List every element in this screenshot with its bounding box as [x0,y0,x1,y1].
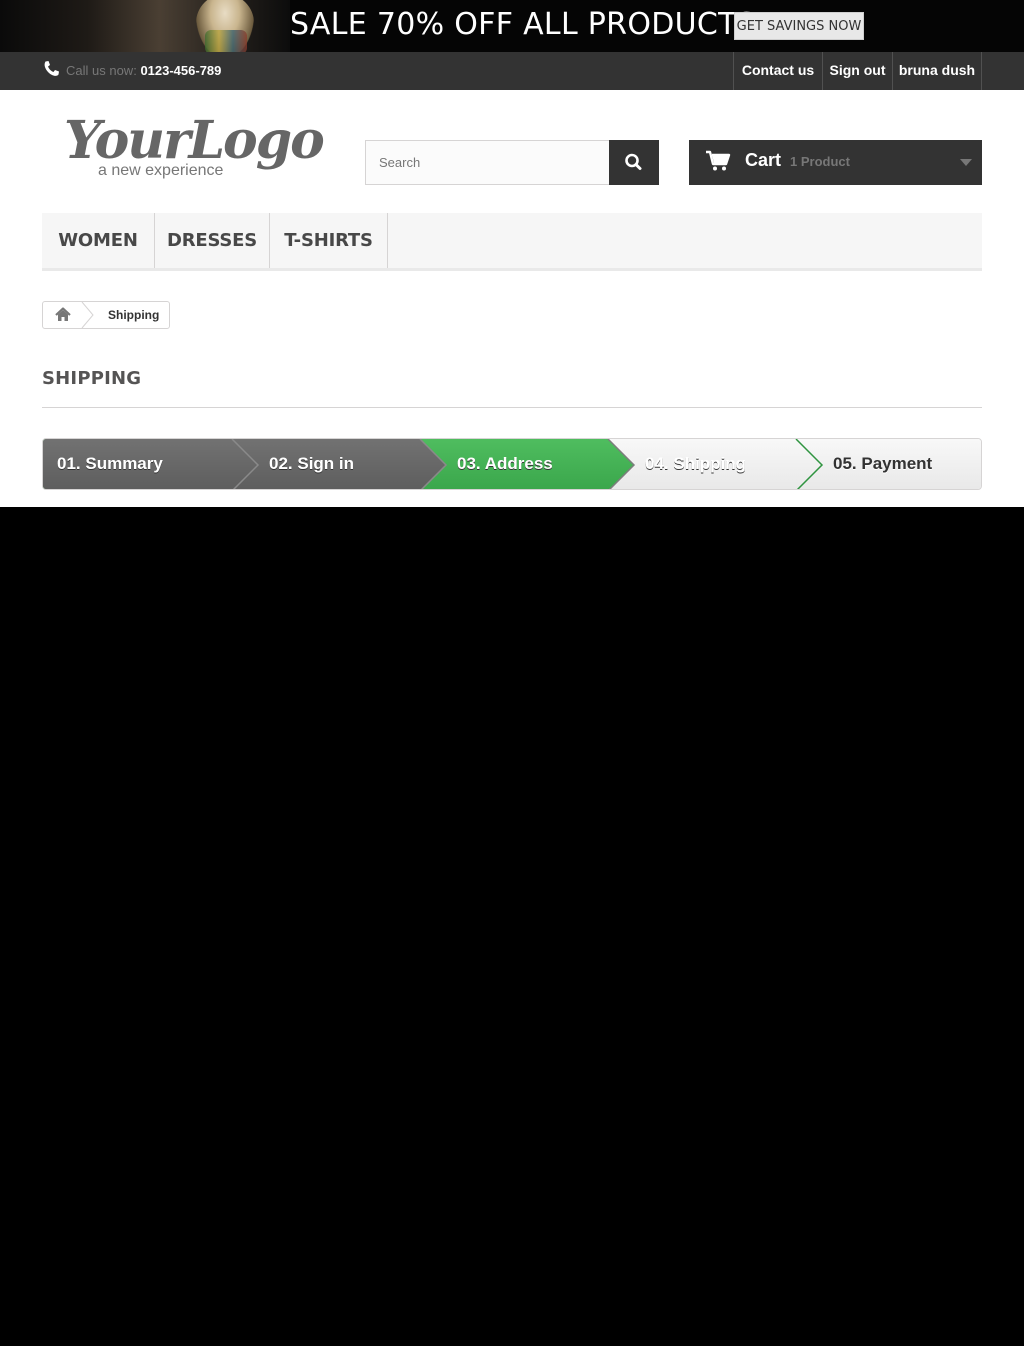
step-shipping: 04. Shipping [645,454,747,473]
call-us-text: Call us now: 0123-456-789 [66,63,221,78]
step-sign-in[interactable]: 02. Sign in [269,454,354,474]
cart-count: 1 Product [790,154,850,169]
breadcrumb-home-link[interactable] [43,302,83,328]
heading-divider [42,407,982,408]
page-title: SHIPPING [42,368,142,389]
contact-us-link[interactable]: Contact us [733,52,822,90]
get-savings-button[interactable]: GET SAVINGS NOW [734,12,864,40]
shopping-cart-icon [706,150,731,171]
search-icon [625,153,642,170]
cart-label: Cart [745,150,782,170]
phone-icon [42,60,60,78]
call-us-prefix: Call us now: [66,63,137,78]
home-icon [55,307,71,321]
search-box [365,140,659,185]
site-logo[interactable]: YourLogo a new experience [62,110,325,182]
phone-number: 0123-456-789 [140,63,222,78]
banner-headline: SALE 70% OFF ALL PRODUCTS [290,7,757,42]
breadcrumb-current: Shipping [108,308,160,322]
search-button[interactable] [609,140,659,185]
promo-banner[interactable]: SALE 70% OFF ALL PRODUCTS GET SAVINGS NO… [0,0,1024,52]
breadcrumb: Shipping [42,301,170,329]
breadcrumb-separator [81,301,95,329]
sign-out-link[interactable]: Sign out [822,52,892,90]
step-address[interactable]: 03. Address [457,454,553,474]
checkout-steps: 01. Summary 02. Sign in 03. Address 04. … [42,438,982,490]
search-input[interactable] [366,141,606,184]
logo-tagline: a new experience [98,162,224,179]
menu-item-dresses[interactable]: DRESSES [155,213,270,268]
menu-item-t-shirts[interactable]: T-SHIRTS [270,213,388,268]
banner-model-dress [205,30,247,52]
step-payment: 05. Payment [833,454,933,473]
cart-button[interactable]: Cart 1 Product [689,140,982,185]
top-nav-bar: Call us now: 0123-456-789 Contact us Sig… [0,52,1024,90]
account-link[interactable]: bruna dush [892,52,982,90]
chevron-down-icon [960,159,972,166]
page-content: YourLogo a new experience Cart 1 Product… [0,90,1024,507]
menu-item-women[interactable]: WOMEN [42,213,155,268]
main-menu: WOMEN DRESSES T-SHIRTS [42,213,982,271]
step-summary[interactable]: 01. Summary [57,454,163,474]
